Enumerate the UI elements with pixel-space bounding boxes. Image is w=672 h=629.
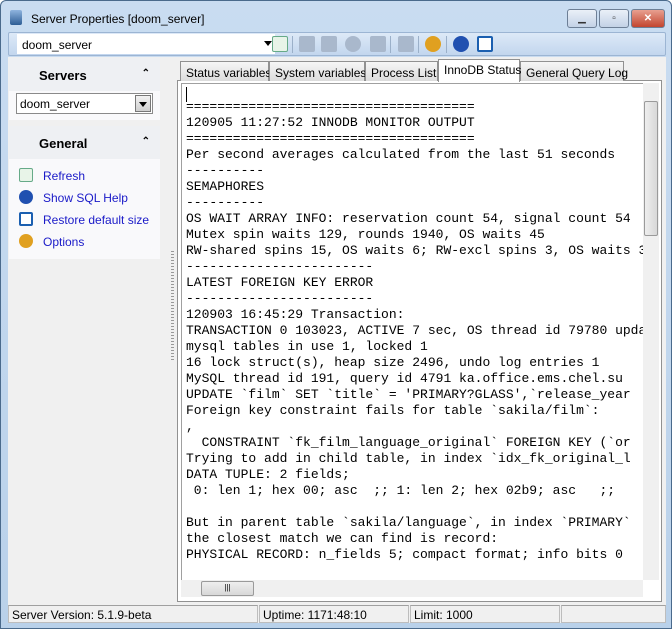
servers-group-header[interactable]: Servers ⌃ xyxy=(9,58,160,91)
refresh-icon[interactable] xyxy=(272,36,288,52)
export-icon[interactable] xyxy=(299,36,315,52)
server-version: Server Version: 5.1.9-beta xyxy=(8,605,258,623)
scroll-thumb[interactable]: ||| xyxy=(201,581,254,596)
vertical-scrollbar[interactable] xyxy=(643,83,659,580)
general-title: General xyxy=(39,136,88,151)
innodb-status-text[interactable]: ===================================== 12… xyxy=(181,83,643,580)
server-icon xyxy=(10,10,22,25)
title-bar: Server Properties [doom_server] ▁ ▫ ✕ xyxy=(1,1,671,31)
splitter-handle[interactable] xyxy=(171,251,174,361)
uptime: Uptime: 1171:48:10 xyxy=(259,605,409,623)
tab-innodb-status[interactable]: InnoDB Status xyxy=(438,59,521,82)
status-bar: Server Version: 5.1.9-beta Uptime: 1171:… xyxy=(8,604,666,623)
window-title: Server Properties [doom_server] xyxy=(31,12,205,26)
servers-title: Servers xyxy=(39,68,87,83)
general-group-header[interactable]: General ⌃ xyxy=(9,126,160,159)
scroll-thumb[interactable] xyxy=(644,101,658,236)
restore-size-icon xyxy=(19,212,33,226)
tab-status-variables[interactable]: Status variables xyxy=(180,61,271,81)
status-empty xyxy=(561,605,666,623)
sidebar-item-refresh[interactable]: Refresh xyxy=(17,165,152,187)
options-icon[interactable] xyxy=(425,36,441,52)
settings-icon[interactable] xyxy=(370,36,386,52)
gear-icon[interactable] xyxy=(345,36,361,52)
tab-process-list[interactable]: Process List xyxy=(365,61,438,81)
sidebar-item-options[interactable]: Options xyxy=(17,231,152,253)
horizontal-scrollbar[interactable]: ||| xyxy=(181,580,643,597)
servers-select[interactable]: doom_server xyxy=(16,93,153,114)
sidebar-item-label: Options xyxy=(43,235,85,249)
maximize-button[interactable]: ▫ xyxy=(599,9,629,28)
servers-select-value: doom_server xyxy=(20,97,91,111)
refresh-icon xyxy=(19,168,33,182)
sidebar-item-restore-default-size[interactable]: Restore default size xyxy=(17,209,152,231)
tab-system-variables[interactable]: System variables xyxy=(269,61,366,81)
collapse-icon[interactable]: ⌃ xyxy=(142,136,150,147)
toolbar: doom_server xyxy=(8,32,666,56)
options-icon xyxy=(19,234,33,248)
minimize-button[interactable]: ▁ xyxy=(567,9,597,28)
close-button[interactable]: ✕ xyxy=(631,9,665,28)
server-combo-value: doom_server xyxy=(22,38,93,52)
sidebar-item-label: Refresh xyxy=(43,169,86,183)
collapse-icon[interactable]: ⌃ xyxy=(142,68,150,79)
server-combo[interactable]: doom_server xyxy=(17,34,275,54)
help-icon xyxy=(19,190,33,204)
sidebar-item-label: Restore default size xyxy=(43,213,150,227)
sidebar-item-label: Show SQL Help xyxy=(43,191,128,205)
chevron-down-icon[interactable] xyxy=(264,41,272,50)
chevron-down-icon[interactable] xyxy=(135,95,151,112)
sidebar: Servers ⌃ doom_server General ⌃ Refresh Sh… xyxy=(9,58,160,259)
copy-icon[interactable] xyxy=(321,36,337,52)
sidebar-item-show-sql-help[interactable]: Show SQL Help xyxy=(17,187,152,209)
window: Server Properties [doom_server] ▁ ▫ ✕ do… xyxy=(0,0,672,629)
tab-general-query-log[interactable]: General Query Log xyxy=(520,61,628,81)
object-icon[interactable] xyxy=(398,36,414,52)
restore-size-icon[interactable] xyxy=(477,36,493,52)
innodb-status-output: ===================================== 12… xyxy=(186,99,643,562)
limit: Limit: 1000 xyxy=(410,605,560,623)
help-icon[interactable] xyxy=(453,36,469,52)
